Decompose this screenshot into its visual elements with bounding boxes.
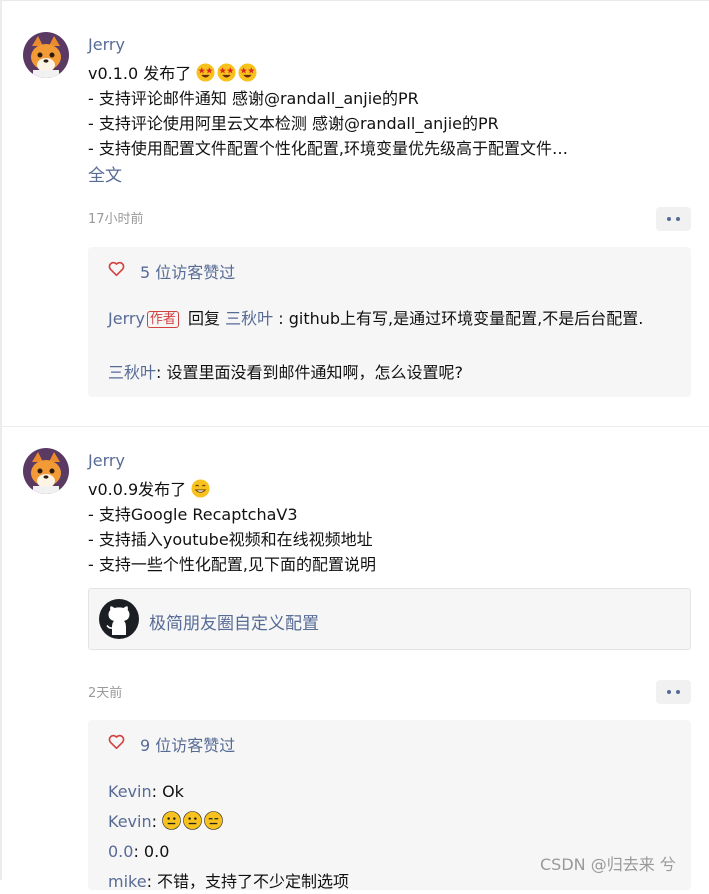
link-card[interactable]: 极简朋友圈自定义配置	[88, 588, 691, 650]
reply-word: 回复	[188, 309, 221, 328]
dot-icon	[667, 217, 671, 221]
post-line: - 支持使用配置文件配置个性化配置,环境变量优先级高于配置文件…	[88, 139, 568, 158]
star-struck-emoji-icon	[217, 63, 236, 82]
more-actions-button[interactable]	[656, 680, 691, 704]
star-struck-emoji-icon	[238, 63, 257, 82]
comment-item[interactable]: Kevin:	[108, 810, 668, 834]
post-content: v0.0.9发布了 - 支持Google RecaptchaV3 - 支持插入y…	[88, 477, 376, 577]
author-badge: 作者	[146, 311, 179, 328]
comment-text: : Ok	[151, 782, 184, 801]
commenter-name[interactable]: Kevin	[108, 812, 152, 831]
post-line: - 支持插入youtube视频和在线视频地址	[88, 530, 373, 549]
post-line: - 支持评论邮件通知 感谢@randall_anjie的PR	[88, 89, 419, 108]
post-time: 2天前	[88, 686, 123, 701]
commenter-name[interactable]: Jerry	[108, 309, 145, 328]
author-name[interactable]: Jerry	[88, 451, 125, 470]
dot-icon	[667, 690, 671, 694]
post-divider	[0, 426, 709, 427]
comment-text: : 不错，支持了不少定制选项	[146, 872, 350, 891]
heart-icon[interactable]	[108, 734, 125, 749]
comment-text: : 0.0	[133, 842, 170, 861]
author-name[interactable]: Jerry	[88, 35, 125, 54]
post-content: v0.1.0 发布了 - 支持评论邮件通知 感谢@randall_anjie的P…	[88, 61, 568, 161]
full-text-link[interactable]: 全文	[88, 161, 122, 186]
link-card-title: 极简朋友圈自定义配置	[149, 614, 319, 634]
comment-item[interactable]: Jerry 作者 回复 三秋叶 : github上有写,是通过环境变量配置,不是后…	[108, 307, 668, 331]
comment-text: : github上有写,是通过环境变量配置,不是后台配置.	[278, 309, 644, 328]
watermark: CSDN @归去来 兮	[540, 855, 676, 874]
post-line: v0.1.0 发布了	[88, 61, 568, 86]
interaction-box: 5 位访客赞过 Jerry 作者 回复 三秋叶 : github上有写,是通过环境…	[88, 247, 691, 397]
reply-target-name[interactable]: 三秋叶	[225, 309, 273, 328]
post-line: v0.0.9发布了	[88, 477, 376, 502]
commenter-name[interactable]: 0.0	[108, 842, 133, 861]
commenter-name[interactable]: 三秋叶	[108, 363, 156, 382]
commenter-name[interactable]: Kevin	[108, 782, 152, 801]
author-avatar[interactable]	[23, 32, 69, 78]
grinning-emoji-icon	[191, 479, 210, 498]
post-line: - 支持Google RecaptchaV3	[88, 505, 298, 524]
expressionless-face-emoji-icon	[204, 811, 223, 830]
dot-icon	[676, 690, 680, 694]
post-line: - 支持一些个性化配置,见下面的配置说明	[88, 555, 376, 574]
more-actions-button[interactable]	[656, 207, 691, 231]
star-struck-emoji-icon	[196, 63, 215, 82]
dot-icon	[676, 217, 680, 221]
comment-text: : 设置里面没看到邮件通知啊，怎么设置呢?	[156, 363, 463, 382]
neutral-face-emoji-icon	[162, 811, 181, 830]
github-icon	[99, 599, 139, 639]
post-line: - 支持评论使用阿里云文本检测 感谢@randall_anjie的PR	[88, 114, 499, 133]
author-avatar[interactable]	[23, 448, 69, 494]
comment-text: :	[151, 812, 157, 831]
heart-icon[interactable]	[108, 261, 125, 276]
top-divider	[0, 0, 709, 1]
post-time: 17小时前	[88, 212, 144, 227]
comment-item[interactable]: Kevin: Ok	[108, 780, 668, 804]
likes-count: 9 位访客赞过	[140, 736, 236, 755]
left-divider	[0, 0, 2, 880]
likes-count: 5 位访客赞过	[140, 263, 236, 282]
neutral-face-emoji-icon	[183, 811, 202, 830]
comment-item[interactable]: 三秋叶: 设置里面没看到邮件通知啊，怎么设置呢?	[108, 361, 668, 385]
commenter-name[interactable]: mike	[108, 872, 147, 891]
